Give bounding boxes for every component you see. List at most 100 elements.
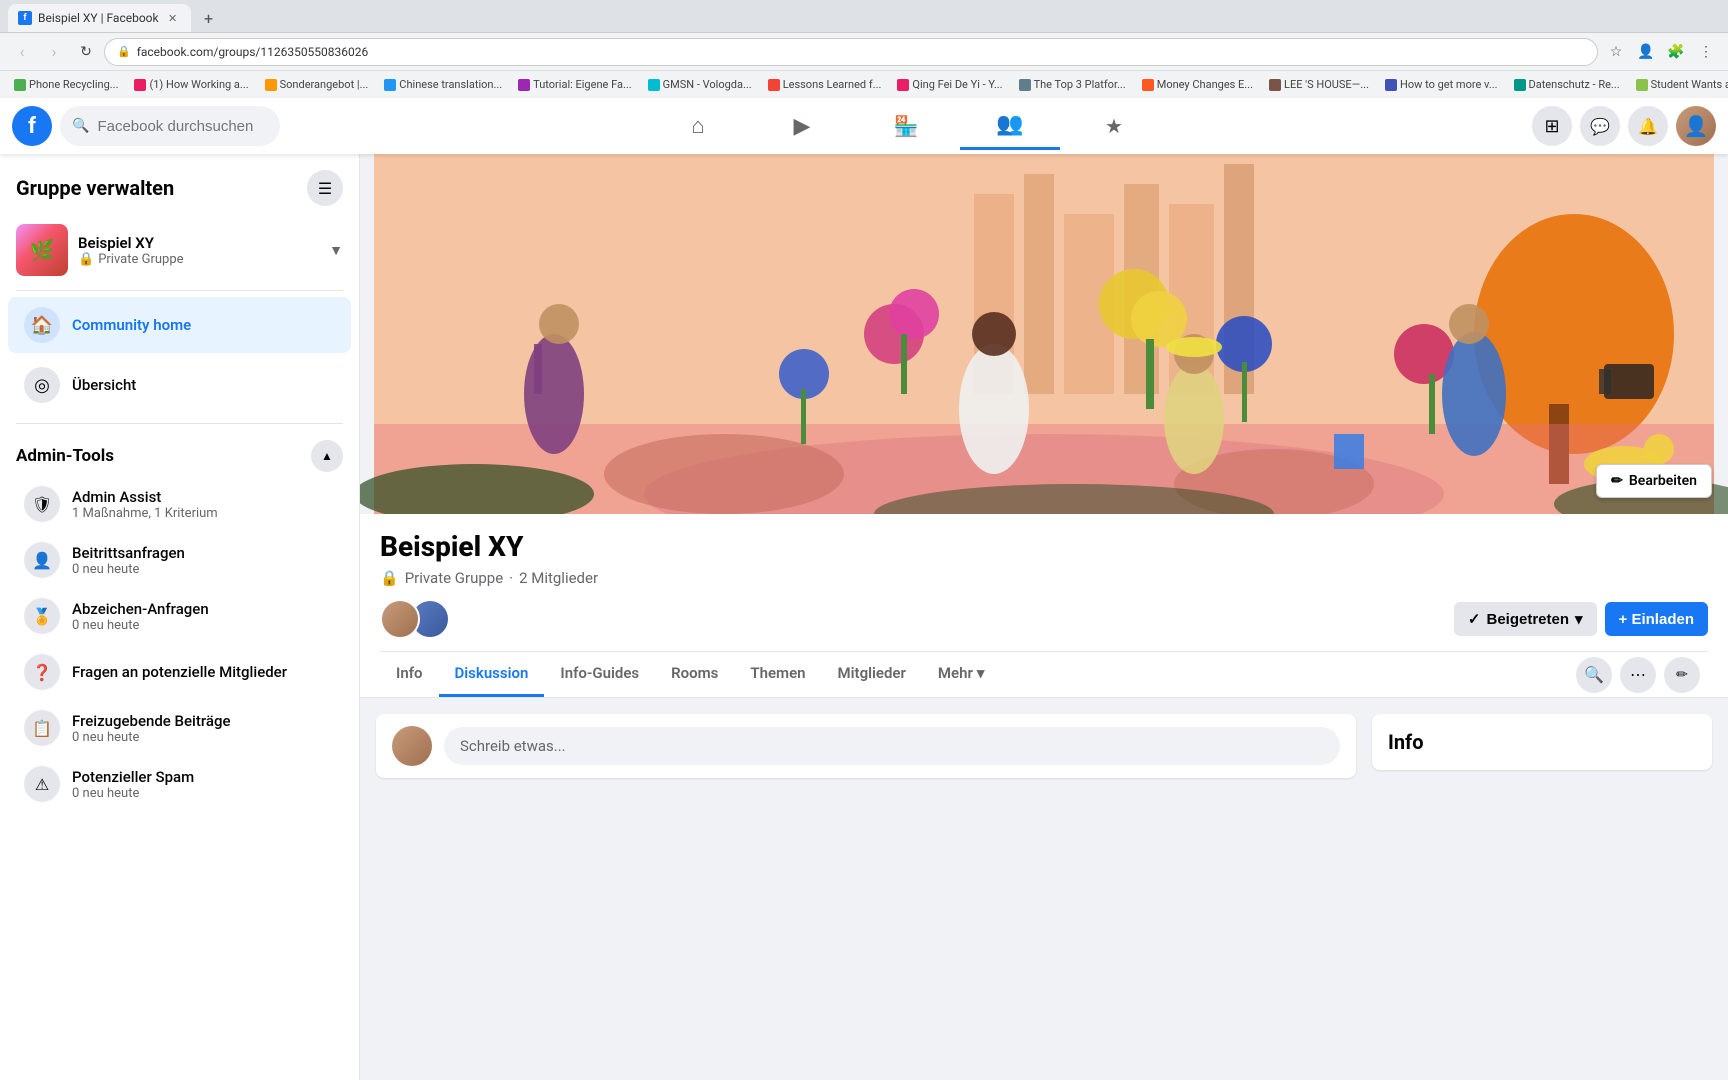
freizugebende-text: Freizugebende Beiträge 0 neu heute (72, 712, 231, 745)
abzeichen-text: Abzeichen-Anfragen 0 neu heute (72, 600, 209, 633)
bookmark-top3[interactable]: The Top 3 Platfor... (1013, 76, 1132, 93)
bookmarks-bar: Phone Recycling... (1) How Working a... … (0, 70, 1728, 98)
tab-themen[interactable]: Themen (734, 652, 821, 697)
nav-watch[interactable]: ▶ (752, 102, 852, 150)
tab-diskussion[interactable]: Diskussion (439, 652, 545, 697)
bookmark-gmsn[interactable]: GMSN - Vologda... (642, 76, 758, 93)
tab-info[interactable]: Info (380, 652, 439, 697)
bookmark-star-icon[interactable]: ☆ (1602, 38, 1630, 66)
admin-assist-text: Admin Assist 1 Maßnahme, 1 Kriterium (72, 488, 218, 521)
messenger-button[interactable]: 💬 (1580, 106, 1620, 146)
tab-search-button[interactable]: 🔍 (1576, 657, 1612, 693)
freizugebende-icon: 📋 (24, 710, 60, 746)
bookmark-phone[interactable]: Phone Recycling... (8, 76, 124, 93)
nav-marketplace[interactable]: 🏪 (856, 102, 956, 150)
group-selector[interactable]: 🌿 Beispiel XY 🔒 Private Gruppe ▼ (0, 214, 359, 286)
nav-ubersicht[interactable]: ◎ Übersicht (8, 357, 351, 413)
beitrittsanfragen-item[interactable]: 👤 Beitrittsanfragen 0 neu heute (8, 534, 351, 586)
beitrittsanfragen-text: Beitrittsanfragen 0 neu heute (72, 544, 185, 577)
profile-icon[interactable]: 👤 (1632, 38, 1660, 66)
bookmark-datenschutz[interactable]: Datenschutz - Re... (1508, 76, 1626, 93)
bookmark-how-get[interactable]: How to get more v... (1379, 76, 1504, 93)
admin-assist-sublabel: 1 Maßnahme, 1 Kriterium (72, 506, 218, 521)
abzeichen-label: Abzeichen-Anfragen (72, 600, 209, 618)
bookmark-chinese[interactable]: Chinese translation... (378, 76, 508, 93)
group-section: Beispiel XY 🔒 Private Gruppe · 2 Mitglie… (360, 514, 1728, 698)
search-input[interactable] (97, 118, 257, 135)
spam-icon: ⚠ (24, 766, 60, 802)
spam-sublabel: 0 neu heute (72, 786, 194, 801)
group-type-label: Private Gruppe (405, 569, 503, 587)
edit-pencil-icon: ✏ (1611, 473, 1623, 489)
group-type-sidebar: 🔒 Private Gruppe (78, 252, 319, 267)
group-meta: 🔒 Private Gruppe · 2 Mitglieder (380, 569, 1708, 587)
invite-button[interactable]: + Einladen (1605, 602, 1708, 636)
user-avatar[interactable]: 👤 (1676, 106, 1716, 146)
check-icon: ✓ (1468, 610, 1481, 628)
spam-text: Potenzieller Spam 0 neu heute (72, 768, 194, 801)
bookmark-student[interactable]: Student Wants an... (1630, 76, 1728, 93)
community-home-icon: 🏠 (24, 307, 60, 343)
more-options-icon[interactable]: ⋮ (1692, 38, 1720, 66)
edit-cover-button[interactable]: ✏ Bearbeiten (1596, 464, 1712, 498)
fragen-item[interactable]: ❓ Fragen an potenzielle Mitglieder (8, 646, 351, 698)
bookmark-how-working[interactable]: (1) How Working a... (128, 76, 254, 93)
sidebar: Gruppe verwalten ☰ 🌿 Beispiel XY 🔒 Priva… (0, 154, 360, 1080)
nav-groups[interactable]: 👥 (960, 102, 1060, 150)
search-bar[interactable]: 🔍 (60, 106, 280, 146)
nav-gaming[interactable]: ★ (1064, 102, 1164, 150)
top-nav: f 🔍 ⌂ ▶ 🏪 👥 ★ ⊞ 💬 🔔 👤 (0, 98, 1728, 154)
member-avatars (380, 599, 450, 639)
back-button[interactable]: ‹ (8, 38, 36, 66)
tab-options-button[interactable]: ⋯ (1620, 657, 1656, 693)
spam-item[interactable]: ⚠ Potenzieller Spam 0 neu heute (8, 758, 351, 810)
sidebar-toggle-button[interactable]: ☰ (307, 170, 343, 206)
bookmark-lessons[interactable]: Lessons Learned f... (762, 76, 888, 93)
ubersicht-icon: ◎ (24, 367, 60, 403)
bookmark-sonder[interactable]: Sonderangebot |... (259, 76, 375, 93)
joined-button[interactable]: ✓ Beigetreten ▾ (1454, 602, 1597, 636)
write-post-box[interactable]: Schreib etwas... (376, 714, 1356, 778)
new-tab-button[interactable]: + (195, 4, 223, 32)
browser-toolbar-icons: ☆ 👤 🧩 ⋮ (1602, 38, 1720, 66)
forward-button[interactable]: › (40, 38, 68, 66)
tab-mitglieder[interactable]: Mitglieder (822, 652, 922, 697)
admin-section-toggle[interactable]: ▲ (311, 440, 343, 472)
bookmark-qing[interactable]: Qing Fei De Yi - Y... (891, 76, 1008, 93)
beitrittsanfragen-label: Beitrittsanfragen (72, 544, 185, 562)
content-area: ✏ Bearbeiten Beispiel XY 🔒 Private Grupp… (360, 154, 1728, 1080)
notifications-button[interactable]: 🔔 (1628, 106, 1668, 146)
nav-community-home[interactable]: 🏠 Community home (8, 297, 351, 353)
browser-tab-active[interactable]: f Beispiel XY | Facebook ✕ (8, 4, 191, 32)
bookmark-tutorial[interactable]: Tutorial: Eigene Fa... (512, 76, 638, 93)
group-title: Beispiel XY (380, 530, 1708, 563)
ubersicht-label: Übersicht (72, 376, 136, 394)
tab-mehr[interactable]: Mehr ▾ (922, 652, 1001, 697)
tab-rooms[interactable]: Rooms (655, 652, 734, 697)
admin-assist-item[interactable]: 🛡 Admin Assist 1 Maßnahme, 1 Kriterium (8, 478, 351, 530)
group-avatar: 🌿 (16, 224, 68, 276)
bookmark-money[interactable]: Money Changes E... (1136, 76, 1259, 93)
group-action-buttons: ✓ Beigetreten ▾ + Einladen (1454, 602, 1708, 636)
reload-button[interactable]: ↻ (72, 38, 100, 66)
cover-illustration (360, 154, 1728, 514)
facebook-logo[interactable]: f (12, 106, 52, 146)
extensions-icon[interactable]: 🧩 (1662, 38, 1690, 66)
nav-home[interactable]: ⌂ (648, 102, 748, 150)
close-tab-icon[interactable]: ✕ (165, 10, 181, 26)
tab-info-guides[interactable]: Info-Guides (544, 652, 655, 697)
bookmark-lee[interactable]: LEE 'S HOUSE—... (1263, 76, 1375, 93)
abzeichen-icon: 🏅 (24, 598, 60, 634)
post-input-placeholder[interactable]: Schreib etwas... (444, 727, 1340, 765)
apps-button[interactable]: ⊞ (1532, 106, 1572, 146)
abzeichen-item[interactable]: 🏅 Abzeichen-Anfragen 0 neu heute (8, 590, 351, 642)
members-row: ✓ Beigetreten ▾ + Einladen (380, 599, 1708, 639)
mehr-chevron-icon: ▾ (977, 664, 985, 682)
dropdown-arrow-icon: ▼ (329, 242, 343, 259)
search-icon: 🔍 (72, 118, 89, 134)
nav-center: ⌂ ▶ 🏪 👥 ★ (288, 102, 1524, 150)
group-name-sidebar: Beispiel XY (78, 234, 319, 252)
tab-edit-button[interactable]: ✏ (1664, 657, 1700, 693)
address-bar[interactable]: 🔒 facebook.com/groups/1126350550836026 (104, 38, 1598, 66)
freizugebende-item[interactable]: 📋 Freizugebende Beiträge 0 neu heute (8, 702, 351, 754)
